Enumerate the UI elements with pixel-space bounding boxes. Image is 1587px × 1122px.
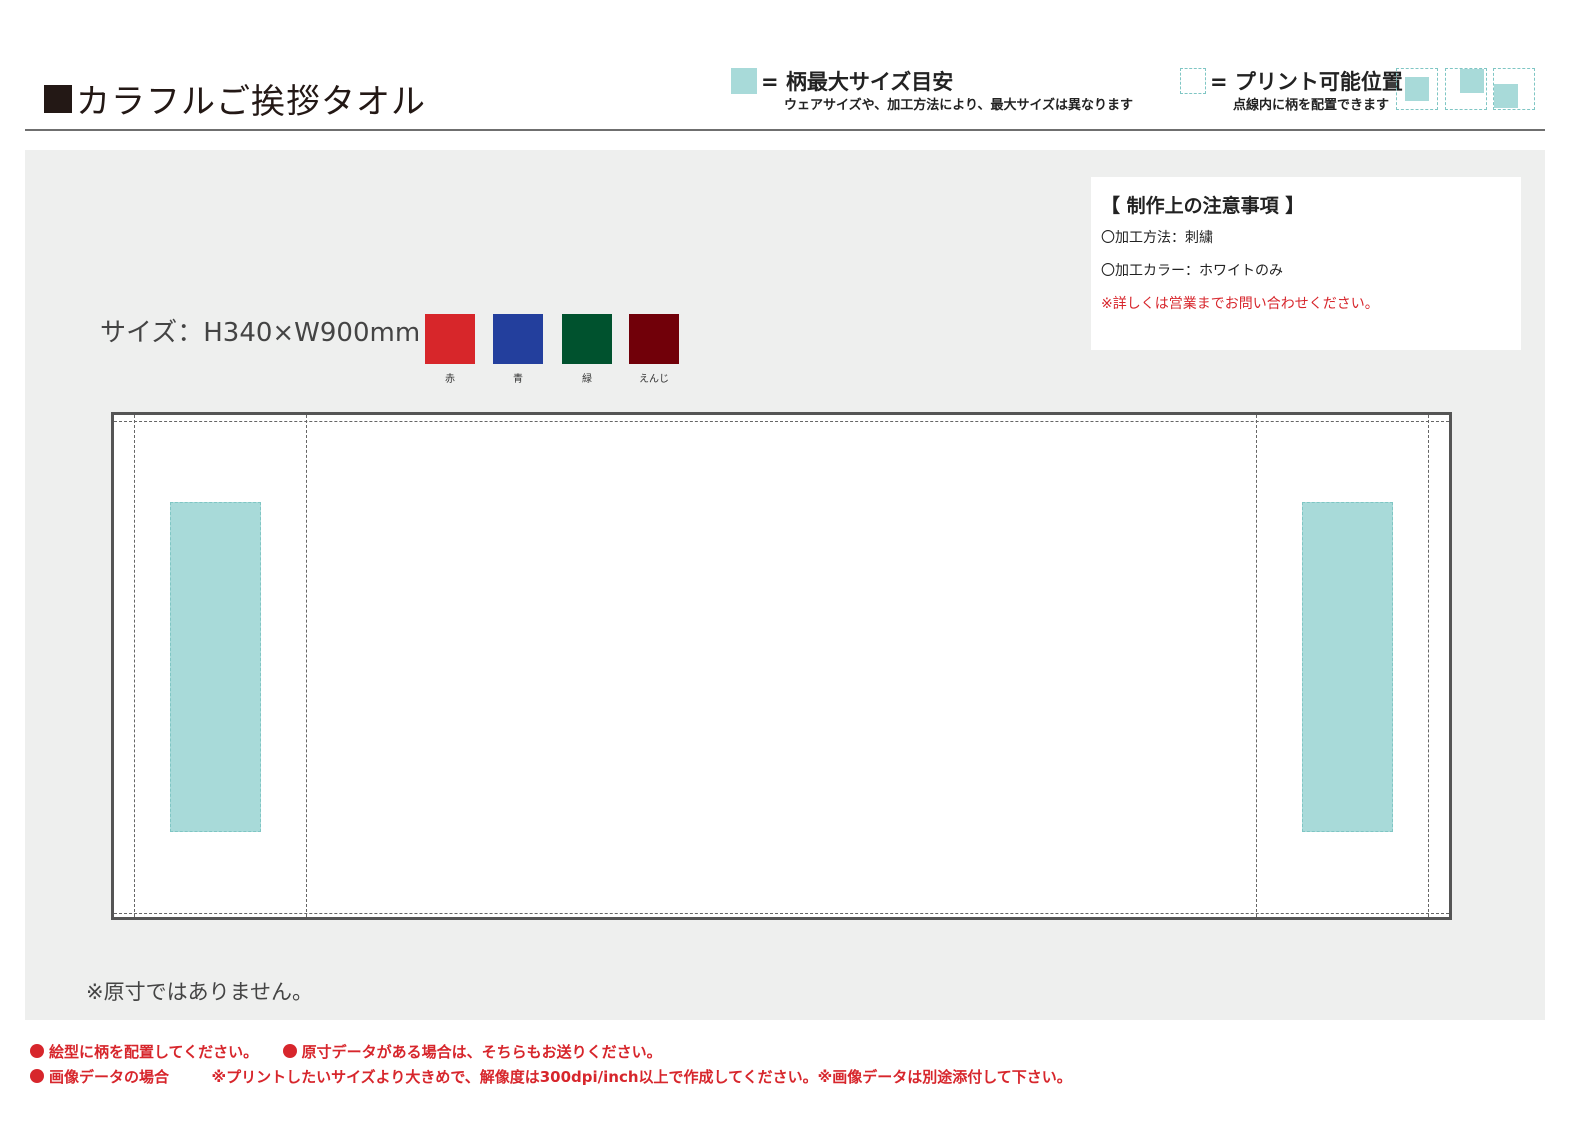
max-design-area-right[interactable] [1302,502,1393,832]
print-area-swatch-icon [1180,68,1206,94]
notes-method: 〇加工方法：刺繍 [1101,230,1213,246]
color-swatch-maroon[interactable] [629,314,679,364]
product-size-label: サイズ：H340×W900mm [100,318,421,348]
placement-top-icon [1445,68,1487,110]
scale-note: ※原寸ではありません。 [86,980,313,1004]
legend-max-size-title: = 柄最大サイズ目安 [761,70,954,94]
footer-line-1: 絵型に柄を配置してください。 原寸データがある場合は、そちらもお送りください。 [30,1041,662,1062]
color-label-blue: 青 [513,374,523,385]
hem-line-bottom [114,913,1449,914]
max-design-area-left[interactable] [170,502,261,832]
color-label-red: 赤 [445,374,455,385]
placement-bottom-icon [1493,68,1535,110]
hem-line-left [134,415,135,917]
footer-image-data-instructions: ※プリントしたいサイズより大きめで、解像度は300dpi/inch以上で作成して… [211,1068,1072,1086]
towel-outline [111,412,1452,920]
color-label-maroon: えんじ [639,374,669,385]
footer-line-2: 画像データの場合 ※プリントしたいサイズより大きめで、解像度は300dpi/in… [30,1066,1072,1087]
bullet-dot-icon [282,1044,297,1058]
title-bullet-square [44,84,72,113]
print-zone-left-boundary [306,415,307,917]
hem-line-right [1428,415,1429,917]
bullet-dot-icon [30,1069,44,1083]
color-label-green: 緑 [582,374,592,385]
legend-print-position-note: 点線内に柄を配置できます [1233,98,1390,113]
footer-place-design: 絵型に柄を配置してください。 [49,1043,259,1061]
bullet-dot-icon [30,1044,44,1058]
header-divider [25,129,1545,131]
footer-image-data-heading: 画像データの場合 [49,1068,170,1086]
color-swatch-green[interactable] [562,314,612,364]
page-title: カラフルご挨拶タオル [44,74,426,123]
print-zone-right-boundary [1256,415,1257,917]
notes-color: 〇加工カラー：ホワイトのみ [1101,263,1283,279]
placement-center-icon [1396,68,1438,110]
hem-line-top [114,421,1449,422]
page-title-text: カラフルご挨拶タオル [76,82,426,122]
footer-send-original: 原寸データがある場合は、そちらもお送りください。 [301,1043,662,1061]
legend-max-size-note: ウェアサイズや、加工方法により、最大サイズは異なります [784,98,1134,113]
production-notes-box: 【 制作上の注意事項 】 〇加工方法：刺繍 〇加工カラー：ホワイトのみ ※詳しく… [1091,177,1521,350]
color-swatch-red[interactable] [425,314,475,364]
notes-title: 【 制作上の注意事項 】 [1101,195,1305,217]
max-size-swatch-icon [731,68,757,94]
color-swatch-blue[interactable] [493,314,543,364]
legend-print-position-title: = プリント可能位置 [1210,70,1403,94]
notes-warning: ※詳しくは営業までお問い合わせください。 [1101,296,1379,312]
